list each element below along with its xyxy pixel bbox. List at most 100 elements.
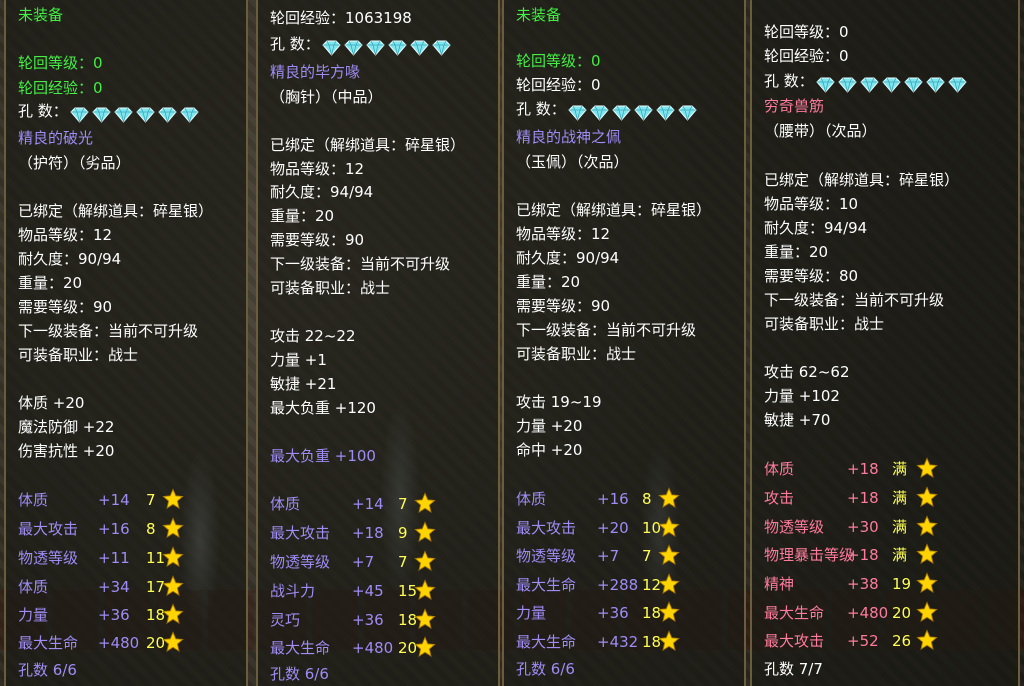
socket-gems [568, 102, 700, 122]
attribute-name: 体质 [18, 578, 49, 596]
attribute-value: +432 [597, 633, 639, 651]
attribute-row: 最大生命 +288 12 [504, 573, 744, 597]
star-icon [916, 457, 938, 478]
star-icon [414, 636, 436, 657]
item-tooltip-2: 轮回经验：1063198 孔 数： 精良的毕方喙 （胸针）（中品） 已绑定（解绑道具：碎… [256, 0, 500, 686]
attribute-row: 体质 +34 17 [6, 575, 246, 599]
attribute-row: 最大生命 +480 20 [752, 601, 1018, 625]
tooltip-line-text: 轮回等级：0 [18, 54, 103, 72]
tooltip-line-text: 下一级装备：当前不可升级 [270, 255, 451, 273]
attribute-name: 物透等级 [516, 547, 577, 565]
star-icon [916, 601, 938, 622]
diamond-gem-icon [180, 107, 199, 123]
tooltip-line: 力量 +102 [764, 386, 840, 406]
tooltip-line-text: 可装备职业：战士 [18, 346, 139, 364]
attribute-row: 物透等级 +7 7 [504, 544, 744, 568]
tooltip-line: 敏捷 +21 [270, 374, 336, 394]
star-icon [658, 573, 680, 594]
tooltip-line: 已绑定（解绑道具：碎星银） [764, 170, 959, 190]
attribute-name: 最大生命 [764, 604, 825, 622]
star-icon [414, 608, 436, 629]
tooltip-line-text: 孔 数： [18, 102, 68, 120]
tooltip-line-text: （腰带）（次品） [764, 122, 877, 140]
attribute-row: 物透等级 +30 满 [752, 515, 1018, 539]
tooltip-line-text: 敏捷 +70 [764, 411, 831, 429]
attribute-value: +38 [847, 575, 879, 593]
star-icon [658, 516, 680, 537]
tooltip-line-text: 可装备职业：战士 [270, 279, 391, 297]
tooltip-line: 攻击 62~62 [764, 362, 850, 382]
tooltip-line: 轮回经验：0 [764, 46, 849, 66]
star-icon [414, 550, 436, 571]
attribute-name: 体质 [764, 460, 795, 478]
tooltip-line-text: 孔 数： [270, 35, 320, 53]
tooltip-line: 耐久度：90/94 [18, 249, 121, 269]
attribute-row: 体质 +14 7 [6, 488, 246, 512]
star-icon [162, 488, 184, 509]
diamond-gem-icon [838, 77, 857, 93]
socket-gems [322, 37, 454, 57]
tooltip-line-text: 孔 数： [764, 72, 814, 90]
tooltip-line-text: 需要等级：90 [270, 231, 365, 249]
tooltip-line-text: 已绑定（解绑道具：碎星银） [516, 201, 712, 219]
attribute-value: +288 [597, 576, 639, 594]
tooltip-line-text: 攻击 22~22 [270, 327, 356, 345]
tooltip-line: 孔数 6/6 [18, 660, 77, 680]
tooltip-line-text: 需要等级：80 [764, 267, 859, 285]
attribute-row: 战斗力 +45 15 [258, 579, 498, 603]
attribute-row: 灵巧 +36 18 [258, 608, 498, 632]
attribute-name: 精神 [764, 575, 795, 593]
star-icon [916, 515, 938, 536]
attribute-value: +18 [847, 546, 879, 564]
tooltip-line: 物品等级：12 [270, 159, 364, 179]
attribute-level: 20 [892, 604, 912, 622]
tooltip-line: 下一级装备：当前不可升级 [516, 320, 696, 340]
diamond-gem-icon [816, 77, 835, 93]
tooltip-line-text: 下一级装备：当前不可升级 [764, 291, 945, 309]
star-icon [414, 521, 436, 542]
tooltip-line: 下一级装备：当前不可升级 [18, 321, 198, 341]
attribute-name: 体质 [270, 495, 301, 513]
attribute-value: +14 [352, 495, 384, 513]
tooltip-line: 力量 +20 [516, 416, 582, 436]
tooltip-line-text: 攻击 19~19 [516, 393, 602, 411]
tooltip-line-text: 可装备职业：战士 [516, 345, 637, 363]
attribute-name: 最大攻击 [764, 632, 825, 650]
attribute-value: +11 [98, 549, 130, 567]
tooltip-line: 穷奇兽筋 [764, 96, 824, 116]
tooltip-line: 可装备职业：战士 [18, 345, 138, 365]
tooltip-line: 需要等级：90 [18, 297, 112, 317]
tooltip-line: 物品等级：12 [516, 224, 610, 244]
tooltip-line-text: 未装备 [516, 6, 562, 24]
tooltip-line-text: 孔数 6/6 [516, 660, 575, 678]
tooltip-line: 孔 数： [270, 34, 454, 57]
tooltip-line: （玉佩）（次品） [516, 152, 629, 172]
tooltip-line: 魔法防御 +22 [18, 417, 114, 437]
tooltip-line: 物品等级：10 [764, 194, 858, 214]
tooltip-line: 未装备 [516, 5, 561, 25]
tooltip-line-text: （护符）（劣品） [18, 154, 131, 172]
diamond-gem-icon [634, 105, 653, 121]
attribute-name: 最大生命 [18, 634, 79, 652]
tooltip-line-text: 可装备职业：战士 [764, 315, 885, 333]
attribute-value: +18 [847, 460, 879, 478]
tooltip-line-text: 耐久度：90/94 [516, 249, 620, 267]
tooltip-line-text: 重量：20 [18, 274, 83, 292]
attribute-level: 7 [146, 491, 156, 509]
tooltip-line: 孔数 7/7 [764, 659, 823, 679]
diamond-gem-icon [70, 107, 89, 123]
attribute-value: +480 [352, 639, 394, 657]
diamond-gem-icon [612, 105, 631, 121]
attribute-level: 满 [892, 489, 908, 507]
tooltip-line: 可装备职业：战士 [764, 314, 884, 334]
attribute-row: 物理暴击等级 +18 满 [752, 543, 1018, 567]
attribute-name: 物透等级 [764, 518, 825, 536]
diamond-gem-icon [948, 77, 967, 93]
tooltip-line-text: 敏捷 +21 [270, 375, 337, 393]
tooltip-line: 需要等级：80 [764, 266, 858, 286]
tooltip-line-text: 物品等级：12 [270, 160, 365, 178]
diamond-gem-icon [114, 107, 133, 123]
tooltip-line-text: 物品等级：12 [516, 225, 611, 243]
attribute-row: 攻击 +18 满 [752, 486, 1018, 510]
star-icon [162, 575, 184, 596]
